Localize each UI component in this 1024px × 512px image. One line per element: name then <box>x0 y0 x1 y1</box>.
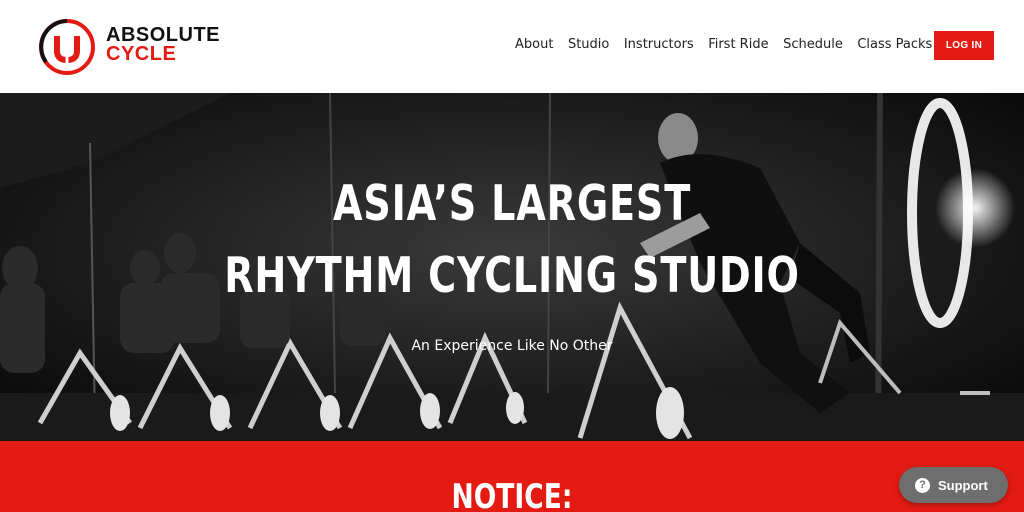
absolute-cycle-logo[interactable]: ABSOLUTE CYCLE <box>38 18 238 78</box>
question-icon: ? <box>915 477 930 493</box>
nav-class-packs[interactable]: Class Packs <box>857 37 932 52</box>
hero-title: ASIA’S LARGEST RHYTHM CYCLING STUDIO <box>113 168 912 312</box>
nav-about[interactable]: About <box>515 37 553 52</box>
logo-icon <box>39 19 95 75</box>
notice-title: NOTICE: <box>451 477 573 512</box>
hero-subtitle: An Experience Like No Other <box>411 338 613 354</box>
nav-first-ride[interactable]: First Ride <box>708 37 768 52</box>
hero-banner: ASIA’S LARGEST RHYTHM CYCLING STUDIO An … <box>0 93 1024 441</box>
hero-title-line-2: RHYTHM CYCLING STUDIO <box>224 247 800 304</box>
logo-text-cycle: CYCLE <box>106 43 177 65</box>
main-nav: About Studio Instructors First Ride Sche… <box>515 37 947 52</box>
support-label: Support <box>938 477 988 493</box>
nav-instructors[interactable]: Instructors <box>624 37 694 52</box>
site-header: ABSOLUTE CYCLE About Studio Instructors … <box>0 0 1024 93</box>
notice-banner: NOTICE: <box>0 441 1024 512</box>
hero-title-line-1: ASIA’S LARGEST <box>332 175 692 232</box>
nav-schedule[interactable]: Schedule <box>783 37 843 52</box>
nav-studio[interactable]: Studio <box>568 37 609 52</box>
login-button[interactable]: LOG IN <box>934 31 994 60</box>
support-button[interactable]: ? Support <box>899 467 1008 503</box>
